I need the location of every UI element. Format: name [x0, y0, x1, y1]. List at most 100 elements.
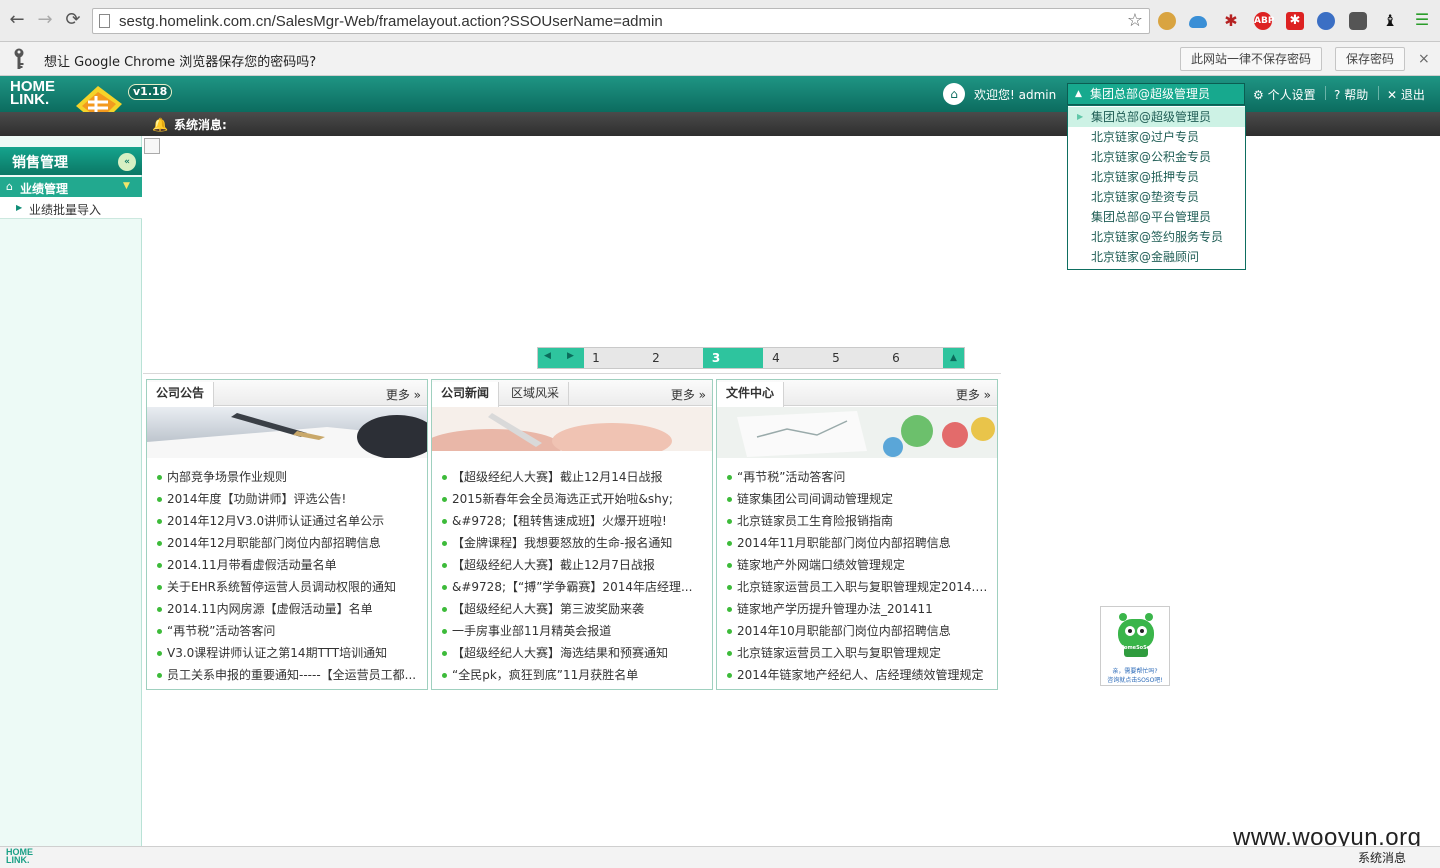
chess-icon[interactable]: ♝ — [1381, 12, 1399, 30]
sidebar-item-label[interactable]: 业绩批量导入 — [29, 201, 101, 218]
page-number[interactable]: 1 — [586, 351, 606, 365]
sort-arrows-icon: ▲ — [1075, 89, 1082, 99]
list-item[interactable]: 2014年11月职能部门岗位内部招聘信息 — [717, 532, 997, 554]
list-item[interactable]: 2014年链家地产经纪人、店经理绩效管理规定 — [717, 664, 997, 686]
reload-icon[interactable]: ⟳ — [62, 9, 84, 31]
page-number[interactable]: 4 — [766, 351, 786, 365]
home-icon: ⌂ — [6, 180, 13, 193]
page-number[interactable]: 6 — [886, 351, 906, 365]
collapse-sidebar-icon[interactable]: « — [118, 153, 136, 171]
page-number[interactable]: 5 — [826, 351, 846, 365]
url-text[interactable]: sestg.homelink.com.cn/SalesMgr-Web/frame… — [119, 13, 663, 30]
list-item[interactable]: 【超级经纪人大赛】截止12月14日战报 — [432, 466, 712, 488]
never-save-button[interactable]: 此网站一律不保存密码 — [1180, 47, 1323, 71]
panel-header: 公司公告 更多 » — [147, 380, 427, 407]
cookie-icon[interactable] — [1158, 12, 1176, 30]
chevron-up-icon[interactable]: ▲ — [943, 348, 964, 368]
key-icon — [14, 48, 24, 69]
address-bar[interactable]: sestg.homelink.com.cn/SalesMgr-Web/frame… — [92, 8, 1150, 34]
sidebar-section-label[interactable]: 业绩管理 — [20, 180, 68, 197]
close-icon: ✕ — [1387, 88, 1398, 102]
cloud-icon[interactable] — [1189, 16, 1207, 28]
list-item[interactable]: 链家集团公司间调动管理规定 — [717, 488, 997, 510]
chevron-down-icon[interactable]: ▼ — [123, 181, 130, 191]
forward-icon[interactable]: → — [34, 9, 56, 31]
abp-icon[interactable]: ABP — [1254, 12, 1274, 30]
sidebar-title: 销售管理 — [12, 155, 68, 171]
role-option[interactable]: ▶ 集团总部@超级管理员 — [1068, 107, 1245, 127]
evernote-icon[interactable] — [1349, 12, 1367, 30]
list-item[interactable]: 【超级经纪人大赛】截止12月7日战报 — [432, 554, 712, 576]
list-item[interactable]: 2014.11月带看虚假活动量名单 — [147, 554, 427, 576]
bookmark-star-icon[interactable]: ☆ — [1127, 10, 1143, 31]
logout-link[interactable]: ✕ 退出 — [1387, 86, 1425, 103]
role-option[interactable]: 北京链家@金融顾问 — [1068, 247, 1245, 267]
home-icon[interactable]: ⌂ — [943, 83, 965, 105]
globe-icon[interactable] — [1317, 12, 1335, 30]
page-number-active[interactable]: 3 — [706, 351, 726, 365]
list-item[interactable]: &#9728;【“搏”学争霸赛】2014年店经理... — [432, 576, 712, 598]
list-item[interactable]: &#9728;【租转售速成班】火爆开班啦! — [432, 510, 712, 532]
list-item[interactable]: 2014年12月职能部门岗位内部招聘信息 — [147, 532, 427, 554]
list-item[interactable]: 员工关系申报的重要通知-----【全运营员工都... — [147, 664, 427, 686]
role-option[interactable]: 集团总部@平台管理员 — [1068, 207, 1245, 227]
back-icon[interactable]: ← — [6, 9, 28, 31]
list-item[interactable]: 链家地产学历提升管理办法_201411 — [717, 598, 997, 620]
tab-regional[interactable]: 区域风采 — [502, 382, 570, 406]
tab-company-news[interactable]: 公司新闻 — [432, 382, 500, 407]
close-icon[interactable]: × — [1418, 51, 1430, 67]
more-link[interactable]: 更多 » — [386, 386, 421, 403]
role-option[interactable]: 北京链家@签约服务专员 — [1068, 227, 1245, 247]
password-prompt-text: 想让 Google Chrome 浏览器保存您的密码吗? — [44, 55, 317, 70]
more-link[interactable]: 更多 » — [956, 386, 991, 403]
next-icon[interactable]: ▶ — [567, 351, 574, 361]
panel-header: 公司新闻 区域风采 更多 » — [432, 380, 712, 407]
role-dropdown[interactable]: ▶ 集团总部@超级管理员 北京链家@过户专员 北京链家@公积金专员 北京链家@抵押… — [1067, 105, 1246, 270]
list-item[interactable]: 2015新春年会全员海选正式开始啦&shy; — [432, 488, 712, 510]
list-item[interactable]: 链家地产外网端口绩效管理规定 — [717, 554, 997, 576]
list-item[interactable]: “全民pk，疯狂到底”11月获胜名单 — [432, 664, 712, 686]
pointer-icon: ▶ — [1077, 112, 1084, 121]
list-item[interactable]: 【金牌课程】我想要怒放的生命-报名通知 — [432, 532, 712, 554]
list-item[interactable]: 北京链家运营员工入职与复职管理规定 — [717, 642, 997, 664]
list-item[interactable]: 【超级经纪人大赛】第三波奖励来袭 — [432, 598, 712, 620]
list-item[interactable]: 2014年10月职能部门岗位内部招聘信息 — [717, 620, 997, 642]
list-item[interactable]: 北京链家运营员工入职与复职管理规定2014.1... — [717, 576, 997, 598]
help-link[interactable]: ? 帮助 — [1334, 86, 1368, 103]
list-item[interactable]: 2014年度【功勋讲师】评选公告! — [147, 488, 427, 510]
list-item[interactable]: 北京链家员工生育险报销指南 — [717, 510, 997, 532]
list-item[interactable]: 关于EHR系统暂停运营人员调动权限的通知 — [147, 576, 427, 598]
logout-label: 退出 — [1400, 88, 1425, 102]
save-password-button[interactable]: 保存密码 — [1335, 47, 1406, 71]
menu-icon[interactable]: ☰ — [1413, 12, 1431, 30]
role-option[interactable]: 北京链家@抵押专员 — [1068, 167, 1245, 187]
more-link[interactable]: 更多 » — [671, 386, 706, 403]
list-item[interactable]: “再节税”活动答客问 — [717, 466, 997, 488]
role-option[interactable]: 北京链家@公积金专员 — [1068, 147, 1245, 167]
panel-header: 文件中心 更多 » — [717, 380, 997, 407]
list-item[interactable]: 2014年12月V3.0讲师认证通过名单公示 — [147, 510, 427, 532]
settings-link[interactable]: ⚙ 个人设置 — [1253, 86, 1316, 103]
role-option[interactable]: 北京链家@垫资专员 — [1068, 187, 1245, 207]
role-select[interactable]: ▲ 集团总部@超级管理员 — [1067, 83, 1245, 105]
gift-icon[interactable]: ✱ — [1286, 12, 1304, 30]
homesoso-helper[interactable]: HomeSoSo 亲，需要帮忙吗? 咨询就点击SOSO吧! — [1100, 606, 1170, 686]
role-option-label: 北京链家@签约服务专员 — [1091, 230, 1224, 244]
role-option[interactable]: 北京链家@过户专员 — [1068, 127, 1245, 147]
page-number[interactable]: 2 — [646, 351, 666, 365]
tab-file-center[interactable]: 文件中心 — [717, 382, 785, 407]
pen-banner-image — [147, 407, 427, 458]
browser-toolbar: ← → ⟳ sestg.homelink.com.cn/SalesMgr-Web… — [0, 0, 1440, 42]
mascot-line: 亲，需要帮忙吗? — [1112, 668, 1158, 675]
list-item[interactable]: 【超级经纪人大赛】海选结果和预赛通知 — [432, 642, 712, 664]
list-item[interactable]: “再节税”活动答客问 — [147, 620, 427, 642]
tab-announcements[interactable]: 公司公告 — [147, 382, 215, 407]
prev-icon[interactable]: ◀ — [544, 351, 551, 361]
list-item[interactable]: 2014.11内网房源【虚假活动量】名单 — [147, 598, 427, 620]
list-item[interactable]: 内部竞争场景作业规则 — [147, 466, 427, 488]
file-list: “再节税”活动答客问 链家集团公司间调动管理规定 北京链家员工生育险报销指南 2… — [717, 466, 997, 686]
list-item[interactable]: 一手房事业部11月精英会报道 — [432, 620, 712, 642]
spider-icon[interactable]: ✱ — [1222, 12, 1240, 30]
status-text[interactable]: 系统消息 — [1358, 849, 1406, 866]
list-item[interactable]: V3.0课程讲师认证之第14期TTT培训通知 — [147, 642, 427, 664]
